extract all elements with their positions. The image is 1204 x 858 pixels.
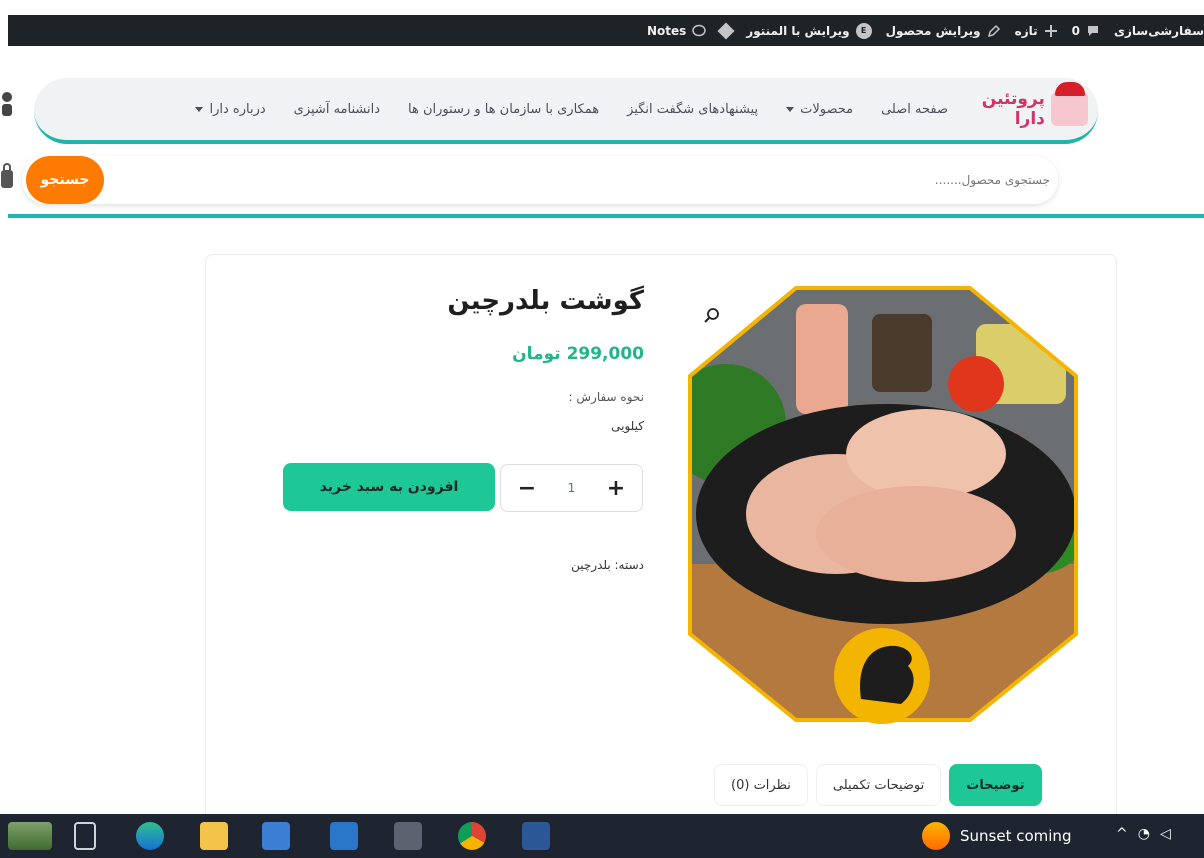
comment-icon <box>1087 25 1098 36</box>
santa-hat-icon <box>1054 78 1089 96</box>
edit-product-label: ویرایش محصول <box>885 23 981 38</box>
notes-label: Notes <box>646 23 687 38</box>
logo-mascot <box>1050 78 1089 126</box>
windows-taskbar: Sunset coming ^ ◔ ◁ <box>0 814 1204 858</box>
edge-icon[interactable] <box>136 822 164 850</box>
nav-item-offers[interactable]: پیشنهادهای شگفت انگیز <box>627 102 758 117</box>
wifi-icon[interactable]: ◔ <box>1138 826 1150 842</box>
edit-elementor-label: ویرایش با المنتور <box>746 23 850 38</box>
nav-label: همکاری با سازمان ها و رستوران ها <box>408 101 600 117</box>
comments-count: 0 <box>1071 23 1080 38</box>
customize-label: سفارشی‌سازی <box>1113 23 1204 38</box>
file-explorer-icon[interactable] <box>200 822 228 850</box>
chevron-down-icon <box>786 106 795 112</box>
weather-text: Sunset coming <box>960 827 1072 845</box>
nav-item-partners[interactable]: همکاری با سازمان ها و رستوران ها <box>408 102 599 117</box>
task-view-icon[interactable] <box>74 822 96 850</box>
weather-widget[interactable]: Sunset coming <box>922 822 1071 850</box>
adminbar-comments[interactable]: 0 <box>1072 24 1100 38</box>
wp-admin-bar: سفارشی‌سازی 0 تازه ویرایش محصول E ویرایش… <box>8 15 1204 46</box>
add-to-cart-button[interactable]: افزودن به سبد خرید <box>283 463 495 511</box>
nav-item-products[interactable]: محصولات <box>786 102 853 117</box>
quantity-value[interactable]: 1 <box>568 481 576 495</box>
search-input[interactable] <box>790 166 1050 194</box>
tab-reviews[interactable]: نظرات (0) <box>714 764 808 806</box>
word-icon[interactable] <box>522 822 550 850</box>
nav-item-home[interactable]: صفحه اصلی <box>881 102 948 117</box>
person-icon <box>2 92 12 116</box>
product-image[interactable] <box>686 284 1080 724</box>
nav-item-about[interactable]: درباره دارا <box>195 101 266 117</box>
main-navbar: پروتئین دارا صفحه اصلی محصولات پیشنهادها… <box>34 78 1098 144</box>
adminbar-edit-product[interactable]: ویرایش محصول <box>886 24 1001 38</box>
adminbar-edit-elementor[interactable]: E ویرایش با المنتور <box>746 22 872 39</box>
product-category[interactable]: دسته: بلدرچین <box>571 558 644 572</box>
nav-label: درباره دارا <box>209 101 266 117</box>
product-title: گوشت بلدرچین <box>447 286 644 316</box>
plus-icon <box>1044 24 1057 37</box>
start-icon[interactable] <box>8 822 52 850</box>
adminbar-notes[interactable]: Notes <box>646 23 707 38</box>
chevron-down-icon <box>195 106 204 112</box>
new-label: تازه <box>1014 23 1038 38</box>
logo-text: پروتئین دارا <box>981 89 1045 129</box>
speech-bubble-icon <box>692 24 707 36</box>
system-tray[interactable]: ^ ◔ ◁ <box>1116 826 1171 842</box>
adminbar-diamond[interactable] <box>717 22 735 39</box>
nav-item-cooking[interactable]: دانشنامه آشپزی <box>294 102 380 117</box>
quantity-stepper: − 1 + <box>500 464 643 512</box>
header-divider <box>8 214 1204 218</box>
search-button[interactable]: جستجو <box>26 156 104 204</box>
chrome-icon[interactable] <box>458 822 486 850</box>
speaker-icon[interactable]: ◁ <box>1160 826 1171 842</box>
increase-button[interactable]: + <box>604 476 628 501</box>
mail-icon[interactable] <box>330 822 358 850</box>
store-icon[interactable] <box>262 822 290 850</box>
zoom-icon[interactable] <box>702 306 722 326</box>
pencil-icon <box>987 24 1000 37</box>
search-bar: جستجو <box>22 156 1058 204</box>
tab-additional-info[interactable]: توضیحات تکمیلی <box>815 764 942 806</box>
site-logo[interactable]: پروتئین دارا <box>948 78 1089 138</box>
adminbar-customize[interactable]: سفارشی‌سازی <box>1114 24 1204 38</box>
bag-icon[interactable] <box>0 162 14 190</box>
nav-label: پیشنهادهای شگفت انگیز <box>627 101 759 117</box>
elementor-icon: E <box>855 22 872 39</box>
order-method-value: کیلویی <box>611 419 644 433</box>
product-price: 299,000 تومان <box>512 344 644 364</box>
order-method-label: نحوه سفارش : <box>568 390 644 404</box>
camera-icon[interactable] <box>394 822 422 850</box>
nav-label: صفحه اصلی <box>881 101 948 117</box>
diamond-icon <box>717 22 735 39</box>
chevron-up-icon[interactable]: ^ <box>1116 826 1128 842</box>
adminbar-new[interactable]: تازه <box>1015 24 1058 38</box>
tab-description[interactable]: توضیحات <box>949 764 1042 806</box>
decrease-button[interactable]: − <box>515 476 539 501</box>
sunset-icon <box>922 822 950 850</box>
product-tabs: توضیحات توضیحات تکمیلی نظرات (0) <box>714 764 1042 806</box>
nav-label: محصولات <box>800 101 854 117</box>
nav-label: دانشنامه آشپزی <box>293 101 380 117</box>
